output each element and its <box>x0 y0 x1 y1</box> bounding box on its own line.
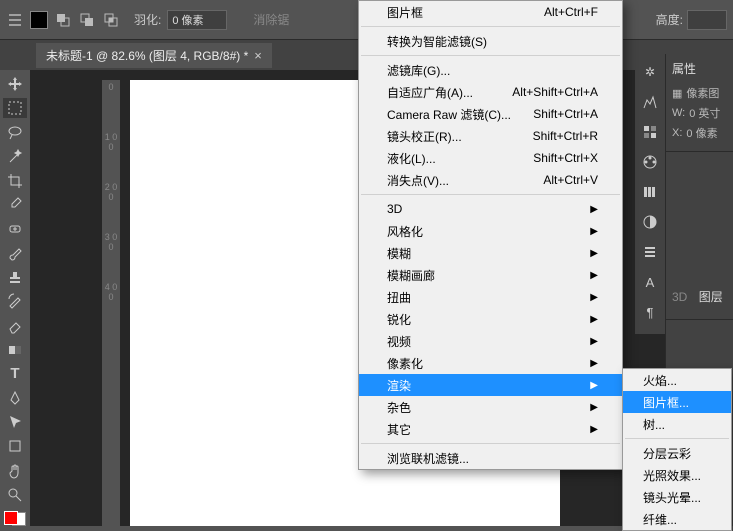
subtract-icon[interactable] <box>78 11 96 29</box>
hamburger-icon[interactable] <box>6 11 24 29</box>
feather-label: 羽化: <box>134 11 161 28</box>
submenu-item[interactable]: 分层云彩 <box>623 442 731 464</box>
menu-item[interactable]: 转换为智能滤镜(S) <box>359 30 622 52</box>
feather-input[interactable] <box>167 10 227 30</box>
swatches-icon[interactable] <box>640 122 660 142</box>
color-icon[interactable] <box>640 152 660 172</box>
stamp-tool-icon[interactable] <box>3 267 27 287</box>
lasso-tool-icon[interactable] <box>3 122 27 142</box>
menu-item[interactable]: 自适应广角(A)...Alt+Shift+Ctrl+A <box>359 81 622 103</box>
menu-item[interactable]: 风格化▶ <box>359 220 622 242</box>
move-tool-icon[interactable] <box>3 74 27 94</box>
hand-tool-icon[interactable] <box>3 461 27 481</box>
menu-item[interactable]: 镜头校正(R)...Shift+Ctrl+R <box>359 125 622 147</box>
styles-icon[interactable] <box>640 242 660 262</box>
menu-item[interactable]: 视频▶ <box>359 330 622 352</box>
library-icon[interactable] <box>640 182 660 202</box>
doc-tab[interactable]: 未标题-1 @ 82.6% (图层 4, RGB/8#) * × <box>36 43 272 68</box>
3d-panel-tab[interactable]: 3D <box>672 290 687 304</box>
wand-tool-icon[interactable] <box>3 146 27 166</box>
submenu-item[interactable]: 火焰... <box>623 369 731 391</box>
marquee-tool-icon[interactable] <box>3 98 27 118</box>
zoom-tool-icon[interactable] <box>3 485 27 505</box>
character-icon[interactable]: A <box>640 272 660 292</box>
eraser-tool-icon[interactable] <box>3 316 27 336</box>
pen-tool-icon[interactable] <box>3 388 27 408</box>
adjustments-icon[interactable] <box>640 212 660 232</box>
menu-item[interactable]: Camera Raw 滤镜(C)...Shift+Ctrl+A <box>359 103 622 125</box>
menu-item[interactable]: 浏览联机滤镜... <box>359 447 622 469</box>
paragraph-icon[interactable]: ¶ <box>640 302 660 322</box>
foreground-swatch[interactable] <box>30 11 48 29</box>
ruler-vertical: 0 1 0 0 2 0 0 3 0 0 4 0 0 <box>102 80 120 526</box>
menu-item[interactable]: 3D▶ <box>359 198 622 220</box>
compass-icon[interactable]: ✲ <box>640 62 660 82</box>
doc-tab-title: 未标题-1 @ 82.6% (图层 4, RGB/8#) * <box>46 47 248 64</box>
submenu-item[interactable]: 镜头光晕... <box>623 486 731 508</box>
menu-item[interactable]: 杂色▶ <box>359 396 622 418</box>
menu-item[interactable]: 模糊画廊▶ <box>359 264 622 286</box>
close-icon[interactable]: × <box>254 48 262 63</box>
overlap-icon[interactable] <box>54 11 72 29</box>
type-tool-icon[interactable]: T <box>3 364 27 384</box>
intersect-icon[interactable] <box>102 11 120 29</box>
submenu-item[interactable]: 图片框... <box>623 391 731 413</box>
height-label: 高度: <box>656 11 683 28</box>
brush-tool-icon[interactable] <box>3 243 27 263</box>
menu-item[interactable]: 锐化▶ <box>359 308 622 330</box>
height-input[interactable] <box>687 10 727 30</box>
history-brush-icon[interactable] <box>3 291 27 311</box>
menu-item[interactable]: 模糊▶ <box>359 242 622 264</box>
menu-item[interactable]: 渲染▶ <box>359 374 622 396</box>
filter-menu: 图片框Alt+Ctrl+F 转换为智能滤镜(S) 滤镜库(G)...自适应广角(A)… <box>358 0 623 470</box>
color-swatches[interactable] <box>4 511 26 526</box>
layers-panel-tab[interactable]: 图层 <box>699 288 723 305</box>
anti-alias-label: 消除锯 <box>253 11 289 28</box>
healing-tool-icon[interactable] <box>3 219 27 239</box>
submenu-item[interactable]: 树... <box>623 413 731 435</box>
submenu-item[interactable]: 光照效果... <box>623 464 731 486</box>
shape-tool-icon[interactable] <box>3 436 27 456</box>
menu-item[interactable]: 图片框Alt+Ctrl+F <box>359 1 622 23</box>
toolbar: T <box>0 70 30 526</box>
eyedropper-tool-icon[interactable] <box>3 195 27 215</box>
menu-item[interactable]: 消失点(V)...Alt+Ctrl+V <box>359 169 622 191</box>
gradient-tool-icon[interactable] <box>3 340 27 360</box>
pixel-layer-icon: ▦ <box>672 87 682 100</box>
menu-item[interactable]: 其它▶ <box>359 418 622 440</box>
histogram-icon[interactable] <box>640 92 660 112</box>
path-select-icon[interactable] <box>3 412 27 432</box>
right-icon-column: ✲ A ¶ <box>635 54 665 334</box>
menu-item[interactable]: 滤镜库(G)... <box>359 59 622 81</box>
properties-panel-tab[interactable]: 属性 <box>672 60 727 77</box>
menu-item[interactable]: 液化(L)...Shift+Ctrl+X <box>359 147 622 169</box>
submenu-item[interactable]: 纤维... <box>623 508 731 530</box>
menu-item[interactable]: 像素化▶ <box>359 352 622 374</box>
crop-tool-icon[interactable] <box>3 171 27 191</box>
render-submenu: 火焰...图片框...树... 分层云彩光照效果...镜头光晕...纤维... <box>622 368 732 531</box>
menu-item[interactable]: 扭曲▶ <box>359 286 622 308</box>
